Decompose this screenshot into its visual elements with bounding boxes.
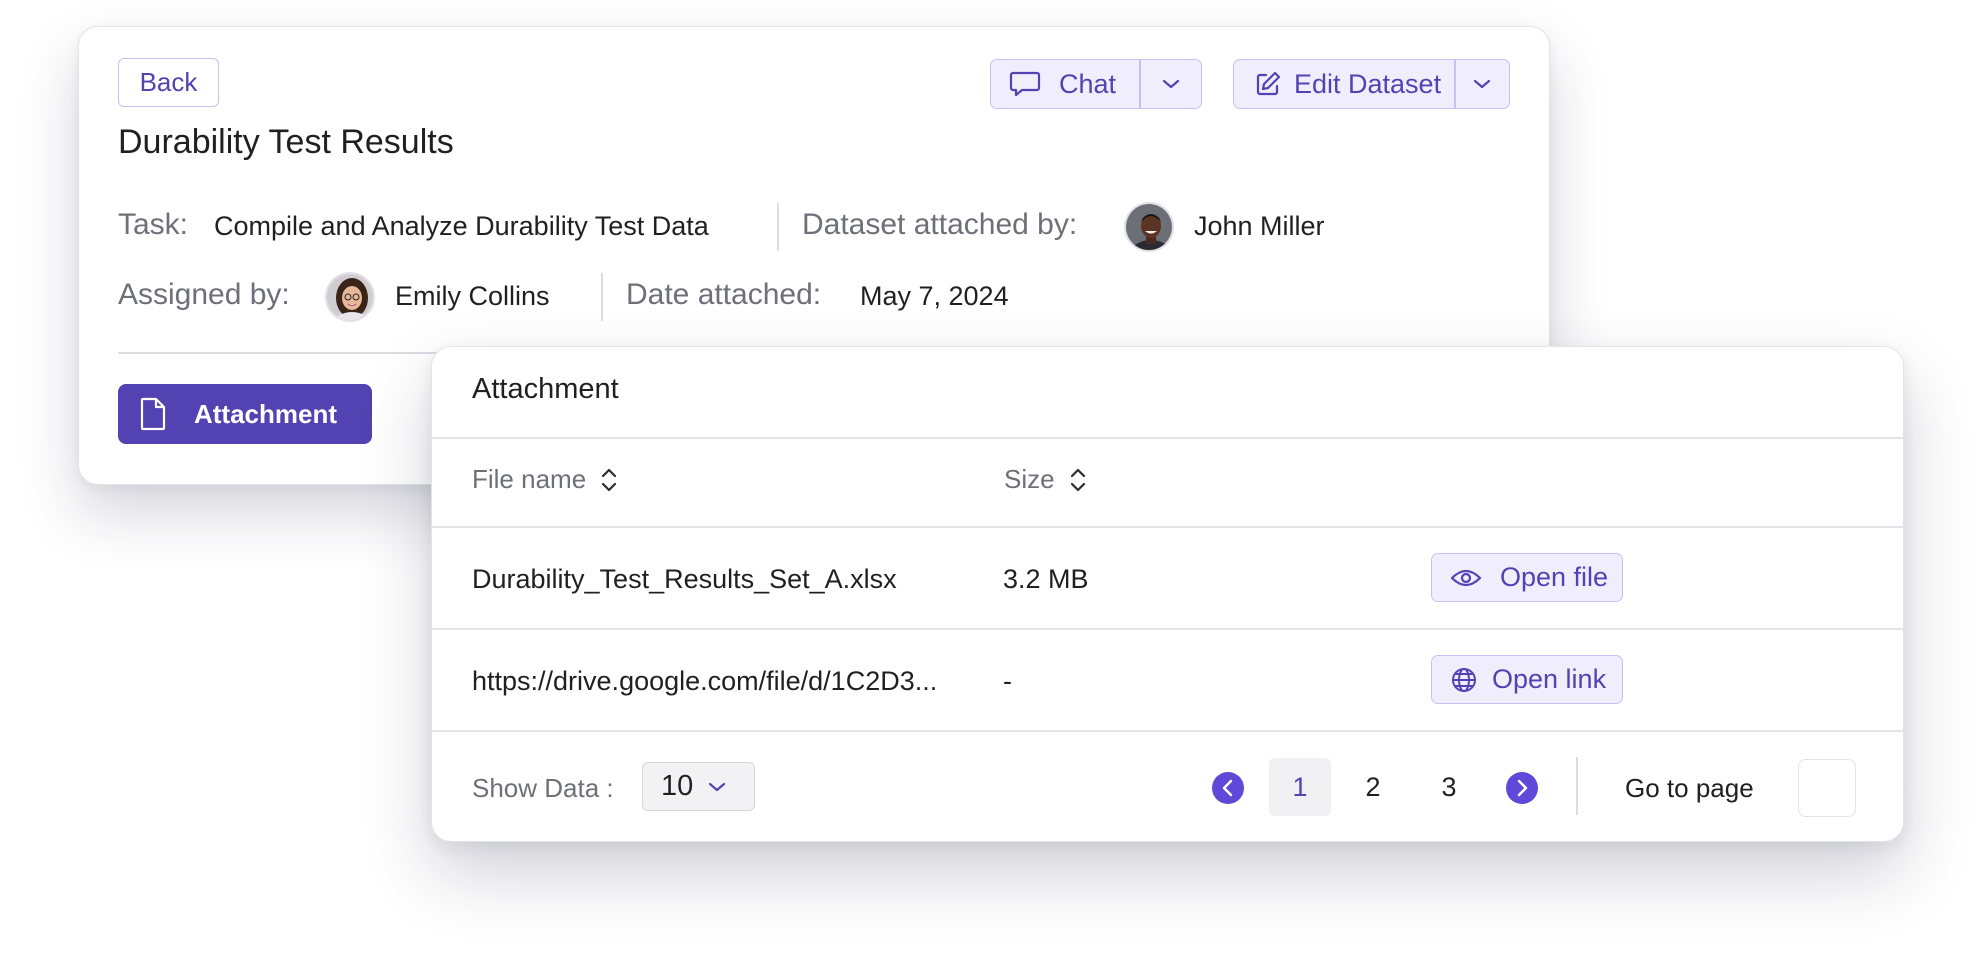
attachment-panel-title: Attachment (472, 373, 619, 405)
chevron-right-icon (1515, 779, 1529, 797)
page-size-value: 10 (661, 770, 694, 802)
row-divider (432, 730, 1903, 732)
file-size-cell: 3.2 MB (1003, 564, 1089, 594)
eye-icon (1450, 567, 1482, 589)
chat-button-label: Chat (1059, 68, 1117, 99)
meta-divider (601, 273, 603, 321)
chat-button[interactable]: Chat (991, 60, 1139, 108)
table-row: https://drive.google.com/file/d/1C2D3...… (432, 630, 1903, 730)
chevron-down-icon (707, 781, 727, 793)
go-to-page-input[interactable] (1798, 759, 1856, 817)
avatar-emily-collins (325, 272, 375, 322)
globe-icon (1450, 666, 1478, 694)
prev-page-button[interactable] (1212, 772, 1244, 804)
file-name-cell: Durability_Test_Results_Set_A.xlsx (472, 564, 897, 594)
column-header-file-name-label: File name (472, 464, 587, 494)
open-file-button[interactable]: Open file (1431, 553, 1623, 602)
sort-icon (600, 466, 618, 494)
column-header-size-label: Size (1004, 464, 1055, 494)
attached-by-label: Dataset attached by: (802, 208, 1078, 241)
page-1-button[interactable]: 1 (1269, 758, 1331, 816)
task-value: Compile and Analyze Durability Test Data (214, 211, 709, 241)
chevron-left-icon (1221, 779, 1235, 797)
open-file-label: Open file (1500, 562, 1609, 592)
edit-dataset-button-label: Edit Dataset (1294, 68, 1442, 99)
attached-by-name: John Miller (1194, 211, 1325, 241)
pagination-divider (1576, 757, 1578, 815)
assigned-by-label: Assigned by: (118, 278, 290, 311)
open-link-label: Open link (1492, 664, 1607, 694)
row-divider (432, 437, 1903, 439)
file-name-cell: https://drive.google.com/file/d/1C2D3... (472, 666, 938, 696)
page-3-button[interactable]: 3 (1418, 758, 1480, 816)
next-page-button[interactable] (1506, 772, 1538, 804)
page-2-button[interactable]: 2 (1342, 758, 1404, 816)
file-size-cell: - (1003, 666, 1012, 696)
attachment-tab-label: Attachment (194, 398, 338, 429)
document-icon (140, 397, 166, 431)
attachment-panel: Attachment File name Size Durability_Tes… (431, 346, 1904, 842)
edit-dataset-split-button: Edit Dataset (1233, 59, 1510, 109)
chevron-down-icon (1161, 78, 1181, 90)
chat-bubble-icon (1009, 70, 1041, 98)
column-header-file-name[interactable]: File name (472, 464, 618, 495)
date-attached-value: May 7, 2024 (860, 281, 1009, 311)
task-label: Task: (118, 208, 189, 241)
open-link-button[interactable]: Open link (1431, 655, 1623, 704)
page-size-select[interactable]: 10 (642, 762, 755, 811)
go-to-page-label: Go to page (1625, 773, 1754, 803)
chevron-down-icon (1472, 78, 1492, 90)
show-data-label: Show Data : (472, 773, 614, 803)
back-button[interactable]: Back (118, 58, 219, 107)
sort-icon (1069, 466, 1087, 494)
chat-dropdown-button[interactable] (1141, 60, 1202, 108)
edit-pencil-icon (1254, 70, 1282, 98)
table-row: Durability_Test_Results_Set_A.xlsx 3.2 M… (432, 528, 1903, 628)
page-title: Durability Test Results (118, 123, 454, 161)
meta-divider (777, 203, 779, 251)
avatar-john-miller (1124, 202, 1174, 252)
edit-dataset-dropdown-button[interactable] (1456, 60, 1510, 108)
edit-dataset-button[interactable]: Edit Dataset (1234, 60, 1454, 108)
assigned-by-name: Emily Collins (395, 281, 550, 311)
back-button-label: Back (139, 67, 198, 97)
date-attached-label: Date attached: (626, 278, 822, 311)
attachment-tab-button[interactable]: Attachment (118, 384, 372, 444)
column-header-size[interactable]: Size (1004, 464, 1087, 495)
chat-split-button: Chat (990, 59, 1202, 109)
